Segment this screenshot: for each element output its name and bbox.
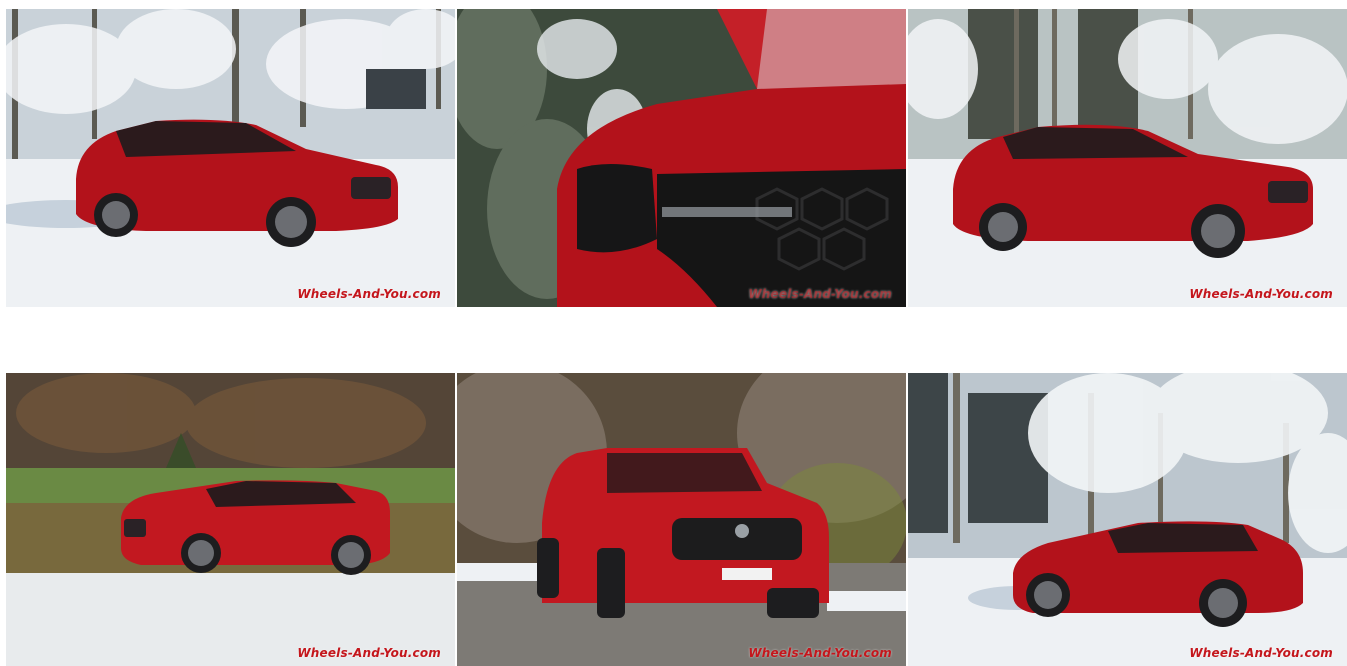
- photo-1-image: [6, 9, 455, 307]
- watermark: Wheels-And-You.com: [748, 287, 892, 301]
- watermark: Wheels-And-You.com: [748, 646, 892, 660]
- photo-gallery: Wheels-And-You.com Wheels-And-You.com Wh…: [0, 0, 1347, 666]
- gallery-photo-3[interactable]: Wheels-And-You.com: [908, 9, 1347, 307]
- gallery-photo-2[interactable]: Wheels-And-You.com: [457, 9, 906, 307]
- gallery-photo-1[interactable]: Wheels-And-You.com: [6, 9, 455, 307]
- photo-5-image: [457, 373, 906, 666]
- watermark: Wheels-And-You.com: [1189, 646, 1333, 660]
- photo-4-image: [6, 373, 455, 666]
- watermark: Wheels-And-You.com: [297, 646, 441, 660]
- watermark: Wheels-And-You.com: [297, 287, 441, 301]
- watermark: Wheels-And-You.com: [1189, 287, 1333, 301]
- gallery-photo-6[interactable]: Wheels-And-You.com: [908, 373, 1347, 666]
- photo-6-image: [908, 373, 1347, 666]
- gallery-photo-4[interactable]: Wheels-And-You.com: [6, 373, 455, 666]
- gallery-photo-5[interactable]: Wheels-And-You.com: [457, 373, 906, 666]
- photo-2-image: [457, 9, 906, 307]
- photo-3-image: [908, 9, 1347, 307]
